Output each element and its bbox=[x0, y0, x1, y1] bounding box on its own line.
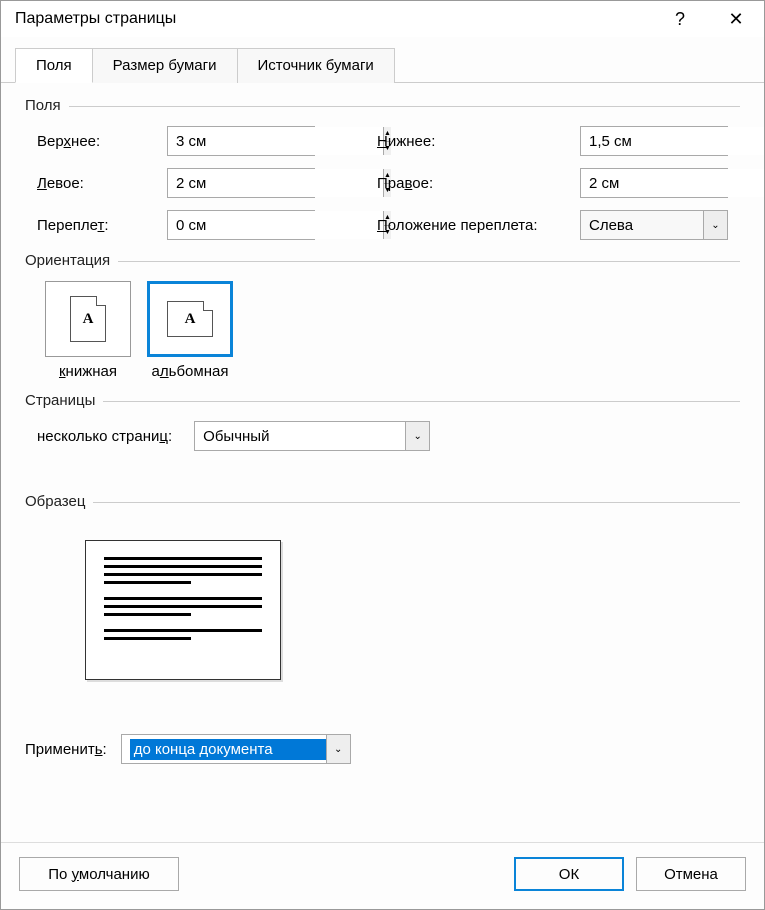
bottom-margin-spinner[interactable]: ▲▼ bbox=[580, 126, 728, 156]
page-preview bbox=[85, 540, 281, 680]
pages-title: Страницы bbox=[25, 392, 103, 409]
gutter-label: Переплет: bbox=[37, 217, 167, 234]
gutter-spinner[interactable]: ▲▼ bbox=[167, 210, 315, 240]
dialog-title: Параметры страницы bbox=[15, 10, 176, 28]
cancel-button[interactable]: Отмена bbox=[636, 857, 746, 891]
help-button[interactable]: ? bbox=[660, 7, 700, 31]
apply-select[interactable]: до конца документа ⌄ bbox=[121, 734, 351, 764]
gutter-position-value: Слева bbox=[589, 217, 703, 234]
close-button[interactable]: ✕ bbox=[716, 7, 756, 31]
preview-group: Образец bbox=[25, 493, 740, 680]
left-margin-label: Левое: bbox=[37, 175, 167, 192]
top-margin-spinner[interactable]: ▲▼ bbox=[167, 126, 315, 156]
landscape-icon: A bbox=[147, 281, 233, 357]
bottom-margin-label: Нижнее: bbox=[377, 133, 580, 150]
apply-label: Применить: bbox=[25, 741, 107, 758]
chevron-down-icon[interactable]: ⌄ bbox=[326, 735, 350, 763]
tab-bar: Поля Размер бумаги Источник бумаги bbox=[1, 37, 764, 83]
titlebar: Параметры страницы ? ✕ bbox=[1, 1, 764, 37]
tab-paper-source[interactable]: Источник бумаги bbox=[237, 48, 395, 83]
orientation-portrait[interactable]: A книжная bbox=[45, 281, 131, 380]
portrait-icon: A bbox=[45, 281, 131, 357]
tab-paper-size[interactable]: Размер бумаги bbox=[92, 48, 238, 83]
window-controls: ? ✕ bbox=[660, 7, 756, 31]
right-margin-spinner[interactable]: ▲▼ bbox=[580, 168, 728, 198]
apply-value: до конца документа bbox=[130, 739, 326, 760]
top-margin-input[interactable] bbox=[168, 127, 383, 155]
apply-row: Применить: до конца документа ⌄ bbox=[25, 692, 740, 772]
tab-fields[interactable]: Поля bbox=[15, 48, 93, 83]
tab-content: Поля Верхнее: ▲▼ Нижнее: ▲▼ Левое: bbox=[1, 83, 764, 842]
gutter-position-select[interactable]: Слева ⌄ bbox=[580, 210, 728, 240]
chevron-down-icon[interactable]: ⌄ bbox=[405, 422, 429, 450]
margins-group: Поля Верхнее: ▲▼ Нижнее: ▲▼ Левое: bbox=[25, 97, 740, 240]
gutter-position-label: Положение переплета: bbox=[377, 217, 580, 234]
margins-group-title: Поля bbox=[25, 97, 69, 114]
gutter-input[interactable] bbox=[168, 211, 383, 239]
left-margin-spinner[interactable]: ▲▼ bbox=[167, 168, 315, 198]
preview-title: Образец bbox=[25, 493, 93, 510]
orientation-landscape[interactable]: A альбомная bbox=[147, 281, 233, 380]
bottom-margin-input[interactable] bbox=[581, 127, 764, 155]
multiple-pages-select[interactable]: Обычный ⌄ bbox=[194, 421, 430, 451]
landscape-label: альбомная bbox=[152, 363, 229, 380]
orientation-title: Ориентация bbox=[25, 252, 118, 269]
right-margin-label: Правое: bbox=[377, 175, 580, 192]
portrait-label: книжная bbox=[59, 363, 117, 380]
ok-button[interactable]: ОК bbox=[514, 857, 624, 891]
pages-group: Страницы несколько страниц: Обычный ⌄ bbox=[25, 392, 740, 451]
page-setup-dialog: Параметры страницы ? ✕ Поля Размер бумаг… bbox=[0, 0, 765, 910]
top-margin-label: Верхнее: bbox=[37, 133, 167, 150]
chevron-down-icon[interactable]: ⌄ bbox=[703, 211, 727, 239]
dialog-footer: По умолчанию ОК Отмена bbox=[1, 842, 764, 909]
multiple-pages-label: несколько страниц: bbox=[37, 428, 172, 445]
left-margin-input[interactable] bbox=[168, 169, 383, 197]
multiple-pages-value: Обычный bbox=[203, 428, 405, 445]
right-margin-input[interactable] bbox=[581, 169, 764, 197]
set-default-button[interactable]: По умолчанию bbox=[19, 857, 179, 891]
orientation-group: Ориентация A книжная A альбомная bbox=[25, 252, 740, 380]
